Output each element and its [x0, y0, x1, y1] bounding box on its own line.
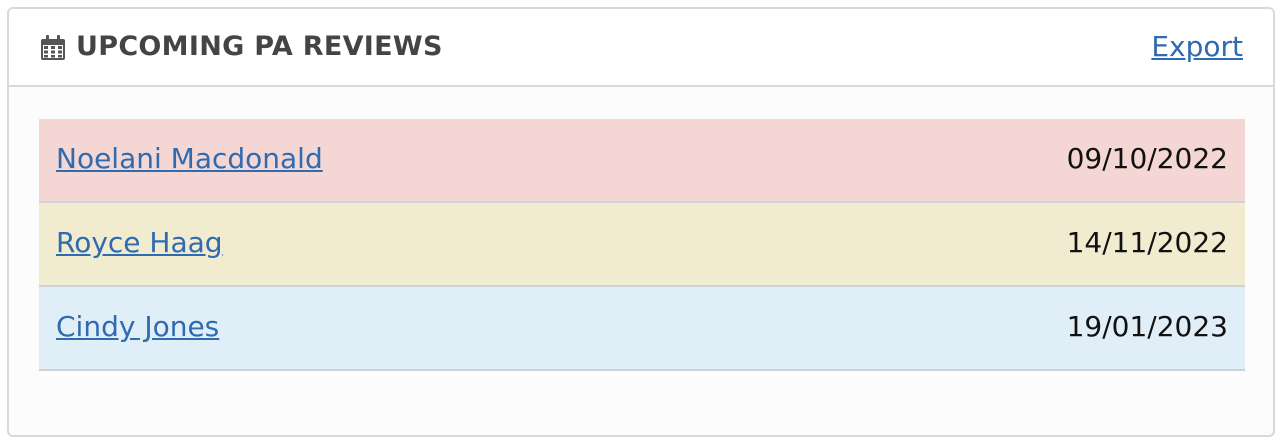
review-date: 14/11/2022: [1066, 226, 1228, 259]
export-link[interactable]: Export: [1151, 29, 1243, 65]
calendar-icon: [41, 35, 65, 60]
reviewee-name-link[interactable]: Cindy Jones: [56, 309, 219, 345]
review-list: Noelani Macdonald 09/10/2022 Royce Haag …: [39, 119, 1245, 371]
review-row: Noelani Macdonald 09/10/2022: [39, 119, 1245, 203]
upcoming-pa-reviews-panel: UPCOMING PA REVIEWS Export Noelani Macdo…: [7, 7, 1275, 437]
panel-header: UPCOMING PA REVIEWS Export: [9, 9, 1273, 87]
review-row: Cindy Jones 19/01/2023: [39, 287, 1245, 371]
panel-title: UPCOMING PA REVIEWS: [76, 31, 443, 62]
review-date: 09/10/2022: [1066, 142, 1228, 175]
review-date: 19/01/2023: [1066, 310, 1228, 343]
review-row: Royce Haag 14/11/2022: [39, 203, 1245, 287]
reviewee-name-link[interactable]: Royce Haag: [56, 225, 223, 261]
reviewee-name-link[interactable]: Noelani Macdonald: [56, 141, 323, 177]
